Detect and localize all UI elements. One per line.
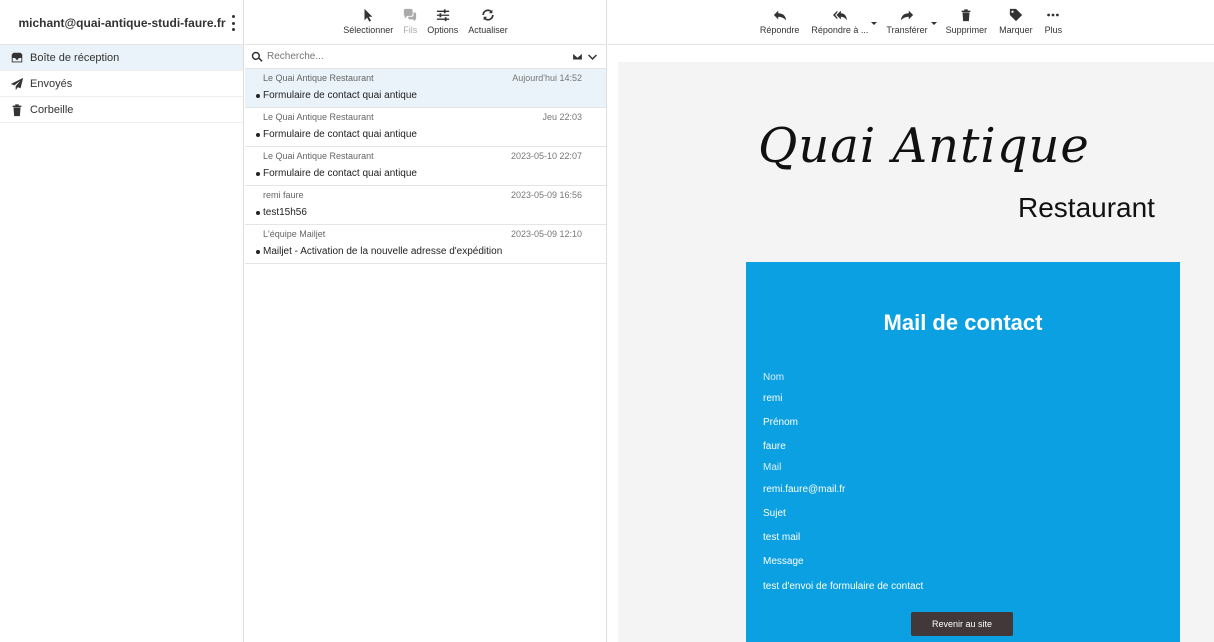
message-from: remi faure [263, 190, 304, 200]
forward-button[interactable]: Transférer [883, 8, 937, 35]
reply-label: Répondre [759, 25, 800, 35]
message-subject: Formulaire de contact quai antique [263, 90, 417, 101]
more-button[interactable]: Plus [1042, 8, 1066, 35]
tag-icon [1009, 8, 1022, 22]
refresh-button[interactable]: Actualiser [466, 8, 510, 35]
field-message-label: Message [763, 556, 804, 567]
field-nom-value: remi [763, 393, 783, 404]
mark-button[interactable]: Marquer [996, 8, 1036, 35]
account-header: michant@quai-antique-studi-faure.fr [0, 0, 243, 45]
folder-label: Envoyés [30, 77, 73, 90]
search-options[interactable] [572, 51, 598, 62]
field-mail-value[interactable]: remi.faure@mail.fr [763, 484, 845, 495]
folder-inbox[interactable]: Boîte de réception [0, 45, 243, 71]
field-message-value: test d'envoi de formulaire de contact [763, 581, 924, 592]
more-label: Plus [1044, 25, 1063, 35]
field-prenom-value: faure [763, 441, 786, 452]
select-label: Sélectionner [343, 25, 394, 35]
reply-button[interactable]: Répondre [757, 8, 803, 35]
chevron-down-icon[interactable] [871, 22, 878, 25]
back-to-site-button[interactable]: Revenir au site [911, 612, 1013, 636]
comments-icon [404, 8, 417, 22]
refresh-label: Actualiser [468, 25, 508, 35]
reply-all-icon [832, 10, 847, 21]
search-bar[interactable]: Recherche... [245, 45, 606, 69]
reply-all-button[interactable]: Répondre à ... [808, 8, 878, 35]
sliders-icon [436, 9, 449, 22]
chevron-down-icon[interactable] [930, 22, 937, 25]
message-subject: test15h56 [263, 207, 307, 218]
message-date: Aujourd'hui 14:52 [512, 73, 582, 83]
message-row[interactable]: L'équipe Mailjet 2023-05-09 12:10 Mailje… [245, 225, 606, 264]
send-icon [10, 77, 24, 90]
message-from: Le Quai Antique Restaurant [263, 112, 374, 122]
more-dots-icon [1047, 13, 1060, 17]
field-mail-label: Mail [763, 462, 782, 473]
reply-icon [773, 10, 786, 21]
message-subject: Formulaire de contact quai antique [263, 168, 417, 179]
envelope-icon [572, 52, 583, 61]
message-date: 2023-05-09 16:56 [510, 190, 582, 200]
message-from: L'équipe Mailjet [263, 229, 326, 239]
search-input[interactable]: Recherche... [267, 51, 324, 62]
forward-icon [900, 10, 914, 21]
forward-label: Transférer [886, 25, 928, 35]
options-label: Options [427, 25, 459, 35]
field-sujet-value: test mail [763, 532, 801, 543]
threads-button[interactable]: Fils [401, 8, 419, 35]
message-toolbar: Répondre Répondre à ... Transférer Suppr… [608, 0, 1214, 45]
field-prenom-label: Prénom [763, 417, 799, 428]
folder-sent[interactable]: Envoyés [0, 71, 243, 97]
chevron-down-icon [588, 54, 597, 60]
threads-label: Fils [403, 25, 418, 35]
inbox-icon [11, 52, 23, 62]
unread-dot-icon [256, 133, 260, 137]
cursor-icon [364, 8, 373, 22]
unread-dot-icon [256, 94, 260, 98]
unread-dot-icon [256, 172, 260, 176]
trash-icon [961, 9, 971, 22]
restaurant-logo: Quai Antique [758, 118, 1090, 174]
message-subject: Mailjet - Activation de la nouvelle adre… [263, 246, 503, 257]
field-sujet-label: Sujet [763, 508, 786, 519]
delete-button[interactable]: Supprimer [943, 8, 991, 35]
message-row[interactable]: remi faure 2023-05-09 16:56 test15h56 [245, 186, 606, 225]
message-from: Le Quai Antique Restaurant [263, 151, 374, 161]
message-date: 2023-05-10 22:07 [510, 151, 582, 161]
unread-dot-icon [256, 211, 260, 215]
account-email[interactable]: michant@quai-antique-studi-faure.fr [0, 0, 244, 45]
folders-pane: michant@quai-antique-studi-faure.fr Boît… [0, 0, 244, 642]
reply-all-label: Répondre à ... [811, 25, 869, 35]
folder-label: Boîte de réception [30, 51, 120, 64]
select-button[interactable]: Sélectionner [341, 8, 395, 35]
message-date: 2023-05-09 12:10 [510, 229, 582, 239]
message-row[interactable]: Le Quai Antique Restaurant Aujourd'hui 1… [245, 69, 606, 108]
contact-card: Mail de contact Nom remi Prénom faure Ma… [746, 262, 1180, 642]
field-nom-label: Nom [763, 372, 785, 383]
message-from: Le Quai Antique Restaurant [263, 73, 374, 83]
message-subject: Formulaire de contact quai antique [263, 129, 417, 140]
folder-label: Corbeille [30, 103, 74, 116]
message-row[interactable]: Le Quai Antique Restaurant 2023-05-10 22… [245, 147, 606, 186]
trash-icon [12, 103, 22, 116]
account-menu-icon[interactable] [231, 15, 235, 31]
mark-label: Marquer [999, 25, 1033, 35]
options-button[interactable]: Options [425, 8, 460, 35]
search-icon [251, 51, 263, 62]
message-list-pane: Sélectionner Fils Options Actualiser Rec… [245, 0, 607, 642]
email-content: Quai Antique Restaurant Mail de contact … [618, 62, 1214, 642]
unread-dot-icon [256, 250, 260, 254]
message-row[interactable]: Le Quai Antique Restaurant Jeu 22:03 For… [245, 108, 606, 147]
message-date: Jeu 22:03 [542, 112, 582, 122]
folder-trash[interactable]: Corbeille [0, 97, 243, 123]
refresh-icon [482, 9, 494, 21]
delete-label: Supprimer [945, 25, 988, 35]
list-toolbar: Sélectionner Fils Options Actualiser [245, 0, 606, 45]
message-view-pane: Répondre Répondre à ... Transférer Suppr… [608, 0, 1214, 642]
restaurant-logo-subtitle: Restaurant [1018, 192, 1155, 223]
card-title: Mail de contact [883, 310, 1043, 335]
